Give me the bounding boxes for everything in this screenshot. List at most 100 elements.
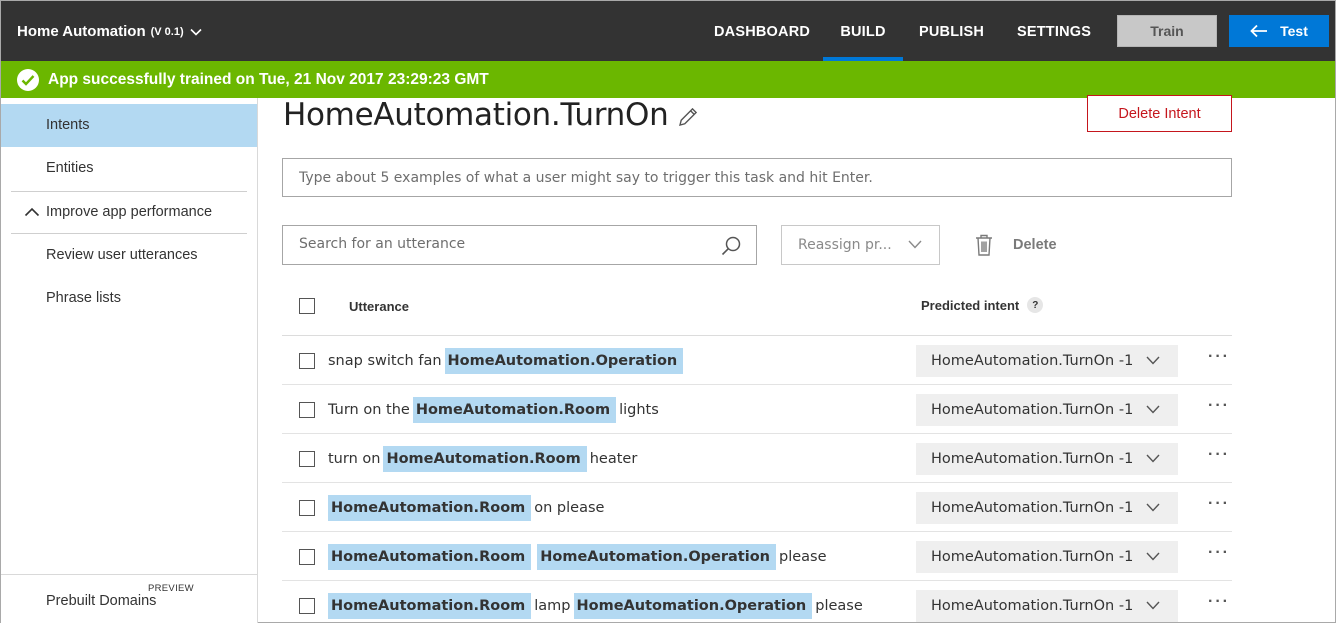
- sidebar-group-label: Improve app performance: [46, 204, 213, 220]
- entity-label[interactable]: HomeAutomation.Room: [383, 446, 587, 472]
- table-row: HomeAutomation.Room lamp HomeAutomation.Op…: [282, 581, 1242, 623]
- row-checkbox[interactable]: [299, 500, 315, 516]
- predicted-intent-value: HomeAutomation.TurnOn -1: [931, 500, 1134, 516]
- utterance-token: heater: [589, 451, 638, 467]
- predicted-intent-label: Predicted intent: [921, 297, 1020, 313]
- utterance-search-box: [282, 225, 757, 265]
- row-checkbox[interactable]: [299, 353, 315, 369]
- top-bar: Home Automation (V 0.1) DASHBOARD BUILD …: [1, 1, 1335, 61]
- sidebar-item-entities[interactable]: Entities: [1, 147, 257, 190]
- entity-label[interactable]: HomeAutomation.Room: [328, 593, 532, 619]
- entity-label[interactable]: HomeAutomation.Operation: [444, 348, 684, 374]
- chevron-down-icon: [1146, 503, 1160, 512]
- select-all-checkbox[interactable]: [299, 298, 315, 314]
- intent-title: HomeAutomation.TurnOn: [283, 97, 669, 133]
- utterance-text: turn on HomeAutomation.Room heater: [328, 446, 637, 472]
- utterance-token: on please: [534, 500, 605, 516]
- chevron-down-icon: [1146, 454, 1160, 463]
- predicted-intent-value: HomeAutomation.TurnOn -1: [931, 451, 1134, 467]
- table-row: HomeAutomation.Room on please HomeAutomati…: [282, 483, 1242, 532]
- delete-utterances-button[interactable]: Delete: [974, 232, 1057, 258]
- row-checkbox[interactable]: [299, 598, 315, 614]
- train-button[interactable]: Train: [1117, 15, 1217, 47]
- utterance-token: turn on: [328, 451, 381, 467]
- predicted-intent-dropdown[interactable]: HomeAutomation.TurnOn -1: [916, 394, 1178, 426]
- more-options-icon[interactable]: ···: [1208, 593, 1230, 611]
- utterance-token: Turn on the: [328, 402, 410, 418]
- predicted-intent-dropdown[interactable]: HomeAutomation.TurnOn -1: [916, 590, 1178, 622]
- utterance-entry-input[interactable]: [282, 158, 1232, 197]
- predicted-intent-value: HomeAutomation.TurnOn -1: [931, 549, 1134, 565]
- column-header-utterance: Utterance: [349, 299, 409, 314]
- app-version: (V 0.1): [150, 25, 184, 38]
- utterance-search-input[interactable]: [299, 236, 699, 252]
- more-options-icon[interactable]: ···: [1208, 348, 1230, 366]
- sidebar-item-phrase-lists[interactable]: Phrase lists: [1, 277, 257, 320]
- chevron-down-icon: [190, 28, 202, 36]
- predicted-intent-dropdown[interactable]: HomeAutomation.TurnOn -1: [916, 492, 1178, 524]
- nav-publish[interactable]: PUBLISH: [919, 1, 984, 61]
- test-button-label: Test: [1280, 23, 1308, 39]
- entity-label[interactable]: HomeAutomation.Room: [328, 544, 532, 570]
- predicted-intent-dropdown[interactable]: HomeAutomation.TurnOn -1: [916, 541, 1178, 573]
- chevron-up-icon: [24, 207, 40, 217]
- table-row: Turn on the HomeAutomation.Room lights Home…: [282, 385, 1242, 434]
- sidebar-item-intents[interactable]: Intents: [1, 104, 257, 147]
- utterance-token: please: [779, 549, 827, 565]
- more-options-icon[interactable]: ···: [1208, 495, 1230, 513]
- banner-message: App successfully trained on Tue, 21 Nov …: [48, 70, 489, 88]
- sidebar-item-review-utterances[interactable]: Review user utterances: [1, 234, 257, 277]
- row-checkbox[interactable]: [299, 451, 315, 467]
- sidebar-group-improve-performance[interactable]: Improve app performance: [1, 191, 257, 234]
- more-options-icon[interactable]: ···: [1208, 544, 1230, 562]
- chevron-down-icon: [1146, 552, 1160, 561]
- utterance-text: HomeAutomation.Room lamp HomeAutomation.Op…: [328, 593, 863, 619]
- nav-build[interactable]: BUILD: [823, 1, 903, 61]
- chevron-down-icon: [1146, 601, 1160, 610]
- nav-dashboard[interactable]: DASHBOARD: [714, 1, 810, 61]
- utterance-token: snap switch fan: [328, 353, 442, 369]
- predicted-intent-dropdown[interactable]: HomeAutomation.TurnOn -1: [916, 345, 1178, 377]
- column-header-predicted-intent: Predicted intent ?: [921, 297, 1044, 313]
- test-button[interactable]: Test: [1229, 15, 1329, 47]
- app-switcher[interactable]: Home Automation (V 0.1): [17, 23, 202, 40]
- reassign-label: Reassign pr...: [798, 237, 892, 253]
- search-icon[interactable]: [720, 235, 742, 257]
- chevron-down-icon: [1146, 405, 1160, 414]
- more-options-icon[interactable]: ···: [1208, 446, 1230, 464]
- utterance-text: Turn on the HomeAutomation.Room lights: [328, 397, 659, 423]
- table-row: HomeAutomation.Room HomeAutomation.Operat…: [282, 532, 1242, 581]
- utterance-token: lights: [619, 402, 659, 418]
- chevron-down-icon: [908, 240, 922, 249]
- predicted-intent-value: HomeAutomation.TurnOn -1: [931, 353, 1134, 369]
- trash-icon: [976, 234, 992, 256]
- app-name: Home Automation: [17, 23, 146, 40]
- delete-label: Delete: [1013, 237, 1057, 253]
- predicted-intent-dropdown[interactable]: HomeAutomation.TurnOn -1: [916, 443, 1178, 475]
- checkmark-icon: [17, 68, 39, 91]
- entity-label[interactable]: HomeAutomation.Room: [328, 495, 532, 521]
- utterance-text: HomeAutomation.Room on please: [328, 495, 604, 521]
- more-options-icon[interactable]: ···: [1208, 397, 1230, 415]
- delete-intent-button[interactable]: Delete Intent: [1087, 95, 1232, 132]
- prebuilt-domains-label: Prebuilt Domains: [46, 593, 157, 609]
- arrow-left-icon: [1250, 24, 1268, 38]
- pencil-edit-icon[interactable]: [677, 106, 699, 128]
- table-row: turn on HomeAutomation.Room heater HomeAuto…: [282, 434, 1242, 483]
- entity-label[interactable]: HomeAutomation.Operation: [573, 593, 813, 619]
- chevron-down-icon: [1146, 356, 1160, 365]
- predicted-intent-value: HomeAutomation.TurnOn -1: [931, 402, 1134, 418]
- entity-label[interactable]: HomeAutomation.Room: [412, 397, 617, 423]
- entity-label[interactable]: HomeAutomation.Operation: [537, 544, 776, 570]
- sidebar: Intents Entities Improve app performance…: [1, 98, 258, 623]
- reassign-intent-dropdown[interactable]: Reassign pr...: [781, 225, 940, 265]
- help-icon[interactable]: ?: [1027, 297, 1044, 313]
- nav-settings[interactable]: SETTINGS: [1017, 1, 1091, 61]
- sidebar-prebuilt-domains[interactable]: PREVIEW Prebuilt Domains: [1, 574, 257, 623]
- row-checkbox[interactable]: [299, 402, 315, 418]
- row-checkbox[interactable]: [299, 549, 315, 565]
- table-row: snap switch fan HomeAutomation.Operation H…: [282, 336, 1242, 385]
- utterance-token: lamp: [534, 598, 571, 614]
- utterance-text: HomeAutomation.Room HomeAutomation.Operat…: [328, 544, 827, 570]
- utterance-text: snap switch fan HomeAutomation.Operation: [328, 348, 686, 374]
